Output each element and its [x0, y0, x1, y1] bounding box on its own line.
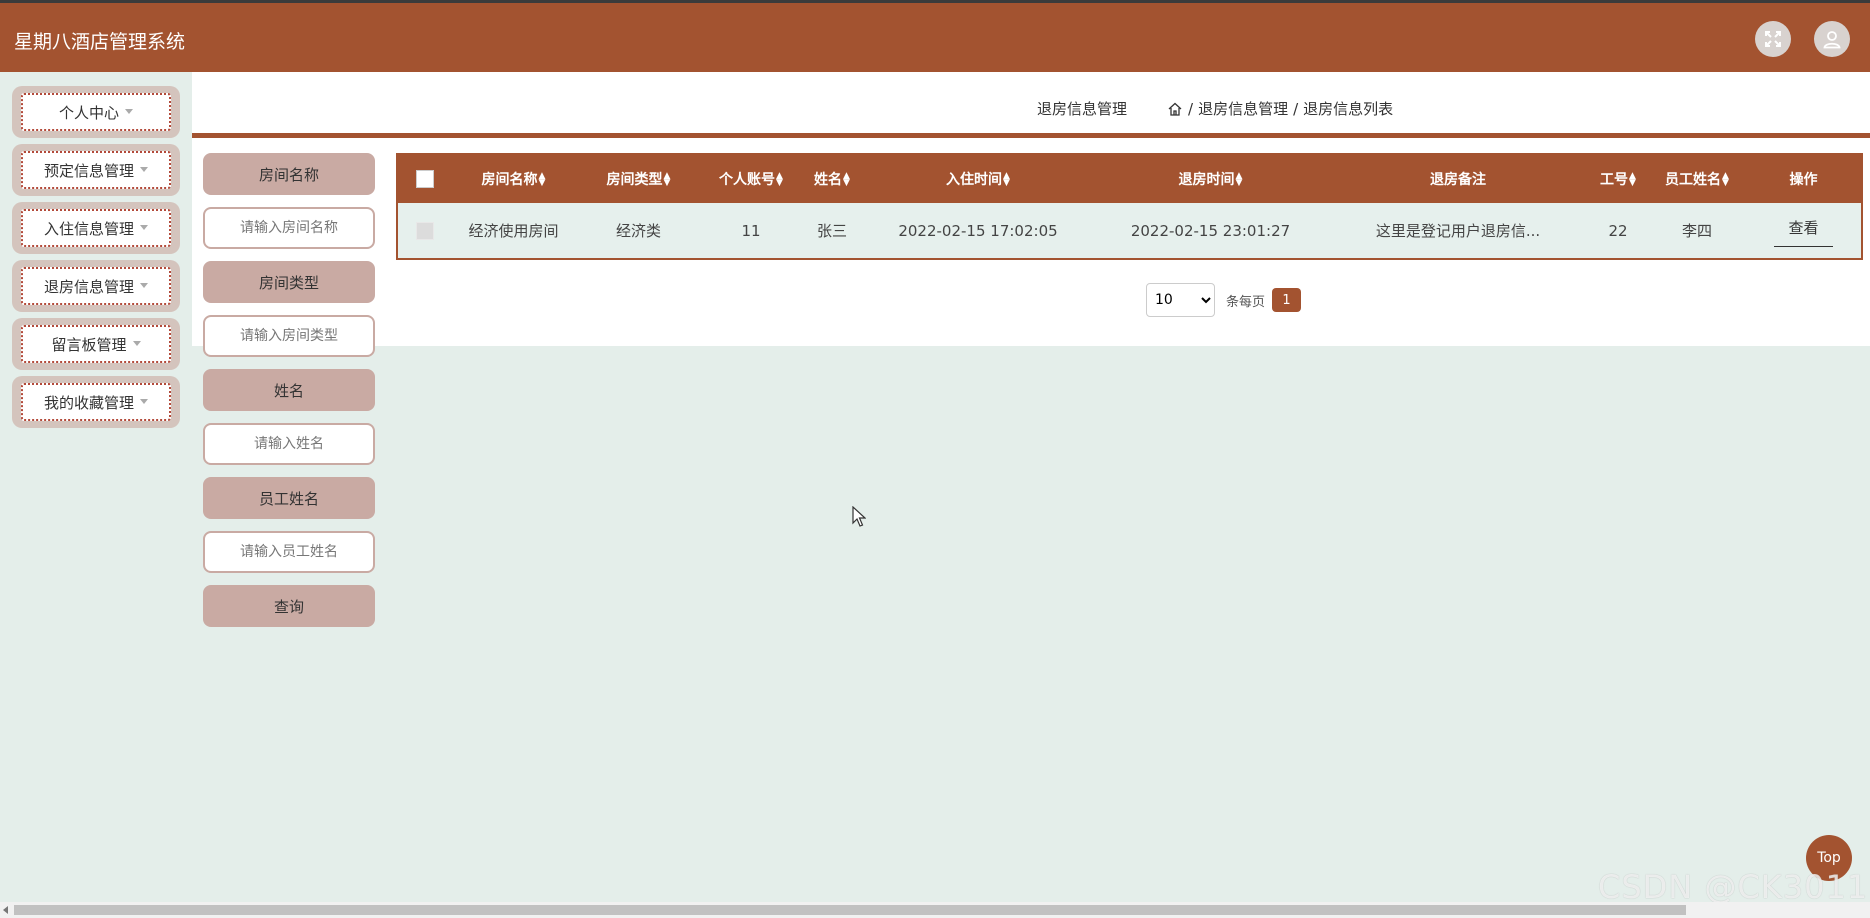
name-input[interactable]	[203, 423, 375, 465]
query-button[interactable]: 查询	[203, 585, 375, 627]
caret-down-icon	[140, 166, 148, 172]
column-header-staff-name[interactable]: 员工姓名▲ ▼	[1648, 155, 1746, 203]
checkout-table: 房间名称▲ ▼ 房间类型▲ ▼ 个人账号▲ ▼ 姓名▲ ▼ 入住时间▲ ▼ 退房时间▲ ▼ …	[396, 153, 1863, 260]
cell-staff-no: 22	[1608, 221, 1628, 240]
sidebar-item-label: 留言板管理	[51, 335, 127, 354]
column-header-room-name[interactable]: 房间名称▲ ▼	[451, 155, 576, 203]
cell-name: 张三	[816, 222, 847, 240]
column-header-action: 操作	[1789, 172, 1818, 188]
table-header-row: 房间名称▲ ▼ 房间类型▲ ▼ 个人账号▲ ▼ 姓名▲ ▼ 入住时间▲ ▼ 退房时间▲ ▼ …	[398, 155, 1861, 203]
cell-staff-name: 李四	[1681, 222, 1712, 240]
name-label: 姓名	[203, 369, 375, 411]
page-size-select[interactable]: 10	[1146, 283, 1215, 317]
sort-icon: ▲ ▼	[1722, 171, 1729, 188]
caret-down-icon	[140, 398, 148, 404]
page-title: 退房信息管理	[1037, 100, 1128, 118]
staff-name-label: 员工姓名	[203, 477, 375, 519]
breadcrumb-separator: /	[1293, 99, 1299, 118]
breadcrumb-level2: 退房信息列表	[1303, 100, 1394, 118]
cell-checkout-time: 2022-02-15 23:01:27	[1130, 221, 1291, 240]
sort-icon: ▲ ▼	[776, 171, 783, 188]
sidebar-item-label: 退房信息管理	[43, 277, 134, 296]
column-header-staff-no[interactable]: 工号▲ ▼	[1588, 155, 1648, 203]
app-title: 星期八酒店管理系统	[14, 31, 186, 53]
pagination: 10 条每页 1	[1146, 283, 1302, 317]
caret-down-icon	[125, 108, 133, 114]
staff-name-input[interactable]	[203, 531, 375, 573]
column-header-name[interactable]: 姓名▲ ▼	[801, 155, 863, 203]
view-button[interactable]: 查看	[1774, 215, 1833, 247]
cell-account: 11	[741, 221, 761, 240]
breadcrumb-separator: /	[1188, 99, 1194, 118]
cell-room-name: 经济使用房间	[468, 222, 559, 240]
scrollbar-thumb[interactable]	[14, 905, 1686, 915]
room-name-label: 房间名称	[203, 153, 375, 195]
caret-down-icon	[140, 282, 148, 288]
horizontal-scrollbar[interactable]	[0, 902, 1870, 918]
column-header-checkin-time[interactable]: 入住时间▲ ▼	[863, 155, 1093, 203]
cell-checkin-time: 2022-02-15 17:02:05	[898, 221, 1058, 240]
home-icon[interactable]	[1167, 101, 1183, 117]
sidebar-item-message-board[interactable]: 留言板管理	[12, 318, 180, 370]
watermark: CSDN @CK3011	[1598, 868, 1869, 906]
row-checkbox[interactable]	[415, 221, 434, 240]
caret-down-icon	[132, 340, 141, 346]
breadcrumb-level1[interactable]: 退房信息管理	[1198, 98, 1288, 119]
column-header-remark: 退房备注	[1430, 172, 1486, 188]
sidebar: 个人中心 预定信息管理 入住信息管理 退房信息管理 留言板管理 我的收藏管理	[12, 86, 180, 434]
breadcrumb-bar: 退房信息管理 / 退房信息管理 / 退房信息列表	[192, 72, 1870, 138]
user-menu-button[interactable]	[1814, 21, 1850, 57]
sort-icon: ▲ ▼	[1235, 171, 1243, 188]
breadcrumb: / 退房信息管理 / 退房信息列表	[1167, 98, 1393, 119]
column-header-room-type[interactable]: 房间类型▲ ▼	[576, 155, 701, 203]
cell-room-type: 经济类	[615, 222, 661, 240]
expand-icon	[1765, 31, 1781, 47]
sort-icon: ▲ ▼	[538, 171, 546, 188]
per-page-label: 条每页	[1226, 294, 1266, 310]
sort-icon: ▲ ▼	[843, 171, 850, 188]
sort-icon: ▲ ▼	[1003, 171, 1010, 188]
sidebar-item-label: 入住信息管理	[43, 219, 134, 238]
cell-remark: 这里是登记用户退房信...	[1375, 222, 1541, 240]
sidebar-item-label: 预定信息管理	[43, 161, 134, 180]
top-bar: 星期八酒店管理系统	[0, 0, 1870, 72]
sort-icon: ▲ ▼	[1629, 171, 1636, 188]
page-number-button[interactable]: 1	[1272, 288, 1302, 312]
sidebar-item-checkin[interactable]: 入住信息管理	[12, 202, 180, 254]
column-header-checkout-time[interactable]: 退房时间▲ ▼	[1093, 155, 1328, 203]
room-type-input[interactable]	[203, 315, 375, 357]
select-all-checkbox[interactable]	[415, 170, 434, 188]
sort-icon: ▲ ▼	[663, 171, 671, 188]
search-form: 房间名称 房间类型 姓名 员工姓名 查询	[203, 153, 375, 627]
caret-down-icon	[140, 224, 148, 230]
table-row: 经济使用房间 经济类 11 张三 2022-02-15 17:02:05 202…	[398, 203, 1861, 258]
sidebar-item-reservation[interactable]: 预定信息管理	[12, 144, 180, 196]
sidebar-item-checkout[interactable]: 退房信息管理	[12, 260, 180, 312]
sidebar-item-favorites[interactable]: 我的收藏管理	[12, 376, 180, 428]
sidebar-item-label: 个人中心	[58, 103, 119, 122]
column-header-account[interactable]: 个人账号▲ ▼	[701, 155, 801, 203]
fullscreen-button[interactable]	[1755, 21, 1791, 57]
room-type-label: 房间类型	[203, 261, 375, 303]
scroll-left-icon[interactable]	[3, 906, 8, 914]
mouse-cursor-icon	[852, 506, 866, 527]
sidebar-item-label: 我的收藏管理	[43, 393, 134, 412]
user-icon	[1823, 31, 1841, 49]
room-name-input[interactable]	[203, 207, 375, 249]
sidebar-item-personal-center[interactable]: 个人中心	[12, 86, 180, 138]
